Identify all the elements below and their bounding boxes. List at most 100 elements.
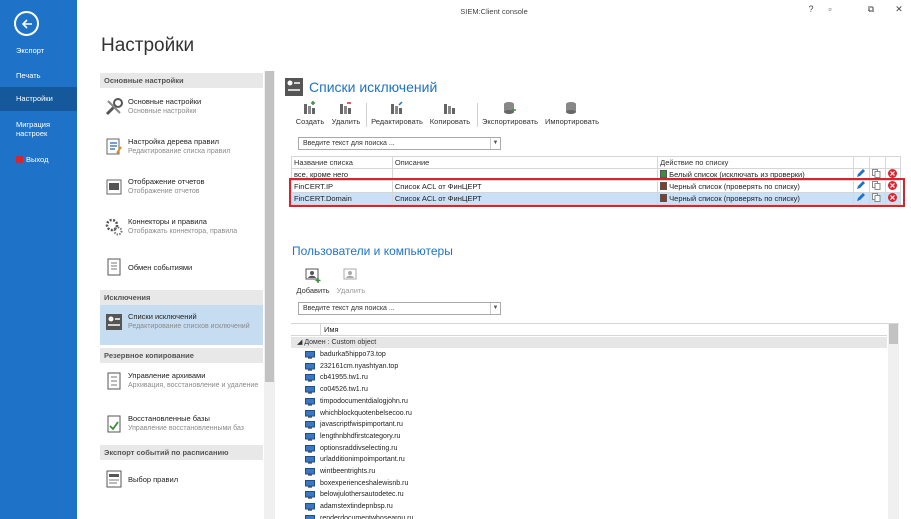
- delete-row-button[interactable]: [884, 192, 902, 205]
- list-item[interactable]: whichblockquotenbelsecoo.ru: [291, 408, 887, 420]
- chevron-down-icon[interactable]: ▼: [490, 303, 500, 314]
- toolbar-separator: [366, 103, 367, 127]
- exceptions-search-input[interactable]: Введите текст для поиска ... ▼: [298, 137, 501, 150]
- settings-item-exception-lists[interactable]: Списки исключений Редактирование списков…: [100, 305, 263, 345]
- left-nav: Экспорт Печать Настройки Миграция настро…: [0, 0, 77, 519]
- list-item[interactable]: lengthnbhdfirstcategory.ru: [291, 431, 887, 443]
- user-item-name: adamstextindepnbsp.ru: [320, 503, 393, 511]
- import-button[interactable]: Импортировать: [543, 101, 601, 126]
- back-button[interactable]: [14, 11, 39, 36]
- group-row[interactable]: ◢ Домен : Custom object: [291, 337, 887, 348]
- column-header-description[interactable]: Описание: [391, 156, 659, 169]
- settings-item-subtitle: Отображать коннектора, правила: [128, 228, 238, 235]
- computer-icon: [305, 362, 315, 371]
- settings-item-title: Коннекторы и правила: [128, 217, 207, 226]
- collapse-icon[interactable]: ◢: [297, 339, 302, 346]
- pencil-icon: [856, 169, 865, 177]
- delete-user-button[interactable]: Удалить: [334, 268, 368, 295]
- list-item[interactable]: renderdocumentwhosearou.ru: [291, 513, 887, 519]
- row-action: Черный список (проверять по списку): [657, 192, 854, 205]
- exceptions-table: Название списка Описание Действие по спи…: [291, 156, 902, 205]
- copy-row-button[interactable]: [868, 192, 886, 205]
- copy-row-button[interactable]: [868, 180, 886, 193]
- nav-item-print[interactable]: Печать: [0, 70, 77, 82]
- table-row[interactable]: FinCERT.IP Список ACL от ФинЦЕРТ Черный …: [291, 180, 902, 193]
- settings-item-restored-dbs[interactable]: Восстановленные базы Управление восстано…: [100, 407, 263, 445]
- column-header-name[interactable]: Название списка: [291, 156, 393, 169]
- user-item-name: 232161cm.nyashtyan.top: [320, 362, 399, 370]
- column-header-action[interactable]: Действие по списку: [657, 156, 854, 169]
- settings-item-title: Выбор правил: [128, 475, 179, 484]
- nav-item-exit[interactable]: Выход: [0, 154, 77, 166]
- add-user-button[interactable]: Добавить: [296, 268, 330, 295]
- row-name: FinCERT.IP: [291, 180, 393, 193]
- list-item[interactable]: co04526.tw1.ru: [291, 384, 887, 396]
- exceptions-search-placeholder: Введите текст для поиска ...: [303, 140, 395, 147]
- delete-row-button[interactable]: [884, 180, 902, 193]
- list-item[interactable]: badurka5hippo73.top: [291, 349, 887, 361]
- close-button[interactable]: ✕: [892, 4, 906, 15]
- users-scrollbar[interactable]: [888, 324, 899, 519]
- list-item[interactable]: cb41955.tw1.ru: [291, 372, 887, 384]
- edit-button[interactable]: Редактировать: [370, 101, 424, 126]
- list-item[interactable]: 232161cm.nyashtyan.top: [291, 361, 887, 373]
- settings-item-title: Отображение отчетов: [128, 177, 205, 186]
- user-item-name: badurka5hippo73.top: [320, 351, 386, 358]
- list-item[interactable]: urladditionimpoimportant.ru: [291, 454, 887, 466]
- settings-scrollbar-thumb[interactable]: [265, 71, 274, 382]
- add-user-icon: [305, 268, 321, 283]
- table-row[interactable]: все, кроме него Белый список (исключать …: [291, 168, 902, 181]
- row-description: [391, 168, 659, 181]
- settings-item-rules-tree[interactable]: Настройка дерева правил Редактирование с…: [100, 130, 263, 168]
- edit-row-button[interactable]: [852, 192, 870, 205]
- export-label: Экспортировать: [482, 117, 538, 126]
- settings-item-reports[interactable]: Отображение отчетов Отображение отчетов: [100, 170, 263, 208]
- settings-item-archives[interactable]: Управление архивами Архивация, восстанов…: [100, 364, 263, 408]
- table-row[interactable]: FinCERT.Domain Список ACL от ФинЦЕРТ Чер…: [291, 192, 902, 205]
- edit-icon: [391, 101, 403, 114]
- create-button[interactable]: Создать: [294, 101, 326, 126]
- chevron-down-icon[interactable]: ▼: [490, 138, 500, 149]
- computer-icon: [305, 374, 315, 383]
- export-button[interactable]: Экспортировать: [481, 101, 539, 126]
- nav-item-migration[interactable]: Миграция настроек: [0, 120, 77, 140]
- help-button[interactable]: ?: [804, 4, 818, 14]
- column-header-name[interactable]: Имя: [324, 325, 339, 334]
- settings-item-subtitle: Редактирование списков исключений: [128, 323, 250, 330]
- list-item[interactable]: belowjulothersautodetec.ru: [291, 489, 887, 501]
- rules-tree-icon: [106, 138, 122, 155]
- create-label: Создать: [295, 117, 325, 126]
- list-item[interactable]: wintbeentrights.ru: [291, 466, 887, 478]
- users-search-input[interactable]: Введите текст для поиска ... ▼: [298, 302, 501, 315]
- list-item[interactable]: javascriptfwispimportant.ru: [291, 419, 887, 431]
- delete-user-icon: [343, 268, 357, 280]
- list-item[interactable]: optionsraddivselecting.ru: [291, 443, 887, 455]
- list-item[interactable]: adamstextindepnbsp.ru: [291, 501, 887, 513]
- user-item-name: boxexperienceshalewisnb.ru: [320, 479, 409, 487]
- list-item[interactable]: boxexperienceshalewisnb.ru: [291, 478, 887, 490]
- pencil-icon: [856, 193, 865, 201]
- settings-item-main[interactable]: Основные настройки Основные настройки: [100, 90, 263, 128]
- edit-row-button[interactable]: [852, 180, 870, 193]
- list-item[interactable]: timpodocumentdialogjohn.ru: [291, 396, 887, 408]
- minimize-button[interactable]: ▫: [823, 4, 837, 14]
- users-scrollbar-thumb[interactable]: [889, 324, 898, 344]
- nav-item-settings[interactable]: Настройки: [0, 87, 77, 111]
- settings-item-connectors[interactable]: Коннекторы и правила Отображать коннекто…: [100, 210, 263, 248]
- copy-button[interactable]: Копировать: [428, 101, 472, 126]
- tools-icon: [105, 98, 123, 116]
- computer-icon: [305, 503, 315, 511]
- settings-item-rule-select[interactable]: Выбор правил: [100, 462, 263, 500]
- copy-row-button[interactable]: [868, 168, 886, 181]
- delete-button[interactable]: Удалить: [330, 101, 362, 126]
- restore-button[interactable]: ⧉: [864, 4, 878, 15]
- settings-scrollbar[interactable]: [264, 71, 275, 519]
- delete-row-icon: [887, 181, 897, 190]
- delete-row-button[interactable]: [884, 168, 902, 181]
- settings-item-event-exchange[interactable]: Обмен событиями: [100, 250, 263, 288]
- import-label: Импортировать: [544, 117, 599, 126]
- nav-item-export[interactable]: Экспорт: [0, 45, 77, 57]
- edit-label: Редактировать: [371, 117, 423, 126]
- rule-select-icon: [106, 470, 122, 488]
- edit-row-button[interactable]: [852, 168, 870, 181]
